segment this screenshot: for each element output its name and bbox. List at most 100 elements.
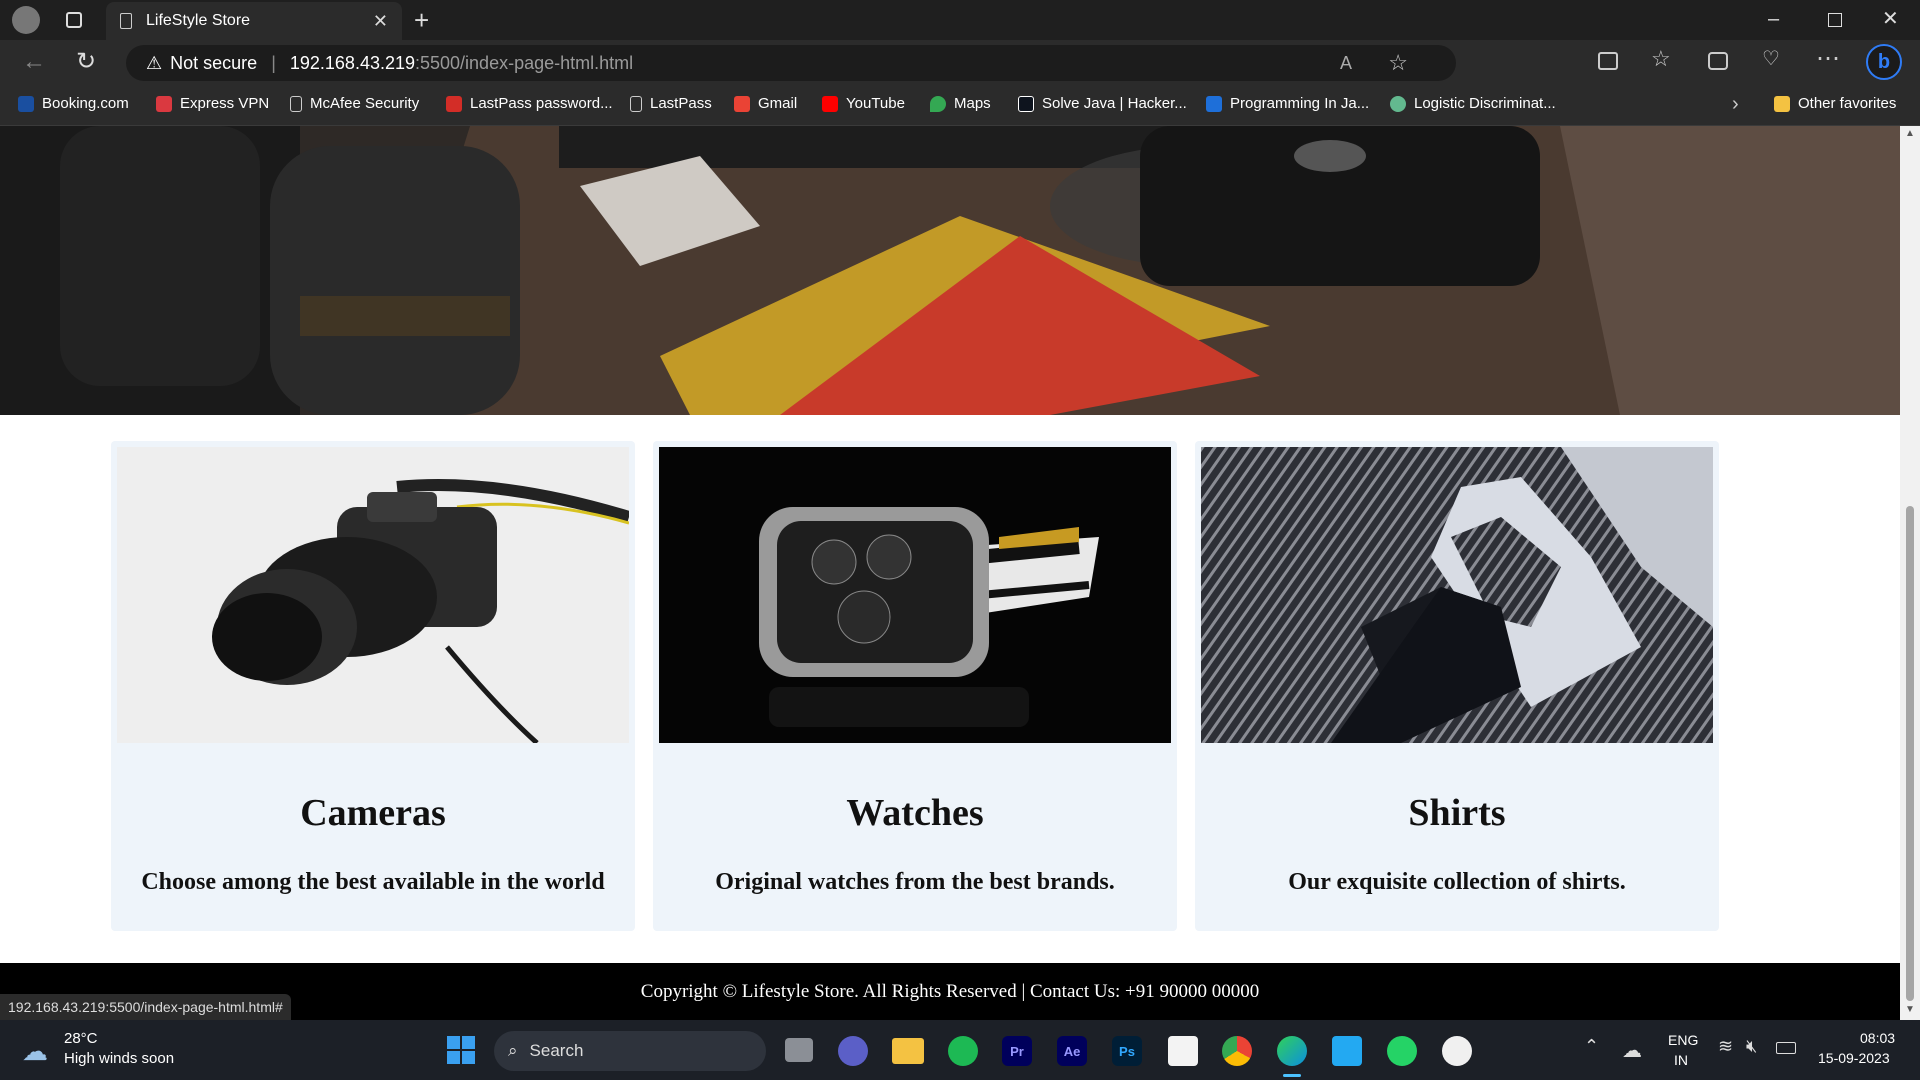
bookmark-logistic[interactable]: Logistic Discriminat...	[1390, 95, 1556, 112]
premiere-pro-icon[interactable]: Pr	[1002, 1036, 1032, 1066]
url-path: :5500/index-page-html.html	[415, 52, 634, 73]
url-divider: |	[271, 52, 276, 73]
card-title: Shirts	[1408, 792, 1506, 834]
volume-muted-icon[interactable]: 🔇︎	[1746, 1036, 1757, 1057]
vscode-icon[interactable]	[1332, 1036, 1362, 1066]
tab-title: LifeStyle Store	[146, 12, 251, 29]
split-screen-icon[interactable]	[1598, 52, 1618, 70]
taskbar-search-box[interactable]: ⌕ Search	[494, 1031, 766, 1071]
restore-icon[interactable]	[1828, 13, 1842, 27]
expressvpn-icon	[156, 95, 172, 112]
bing-copilot-icon[interactable]: b	[1866, 44, 1902, 80]
other-favorites-label: Other favorites	[1798, 95, 1897, 112]
weather-temp[interactable]: 28°C	[64, 1030, 98, 1047]
card-title: Cameras	[300, 792, 446, 834]
bookmark-label: Solve Java | Hacker...	[1042, 95, 1187, 112]
new-tab-icon[interactable]: +	[414, 5, 429, 36]
tab-lifestyle-store[interactable]: LifeStyle Store ✕	[106, 2, 402, 40]
bookmark-booking[interactable]: Booking.com	[18, 95, 129, 112]
file-explorer-icon[interactable]	[892, 1038, 924, 1064]
bookmark-label: Booking.com	[42, 95, 129, 112]
page-viewport: Cameras Choose among the best available …	[0, 126, 1900, 1020]
bookmark-maps[interactable]: Maps	[930, 95, 991, 112]
bookmark-gmail[interactable]: Gmail	[734, 95, 797, 112]
footer-text: Copyright © Lifestyle Store. All Rights …	[640, 980, 1260, 1002]
maps-pin-icon	[930, 95, 946, 112]
bookmark-label: Gmail	[758, 95, 798, 112]
security-label[interactable]: Not secure	[170, 53, 257, 74]
booking-icon	[18, 95, 34, 112]
github-icon[interactable]	[1442, 1036, 1472, 1066]
close-window-icon[interactable]: ✕	[1882, 6, 1899, 31]
bookmark-lastpass-password[interactable]: LastPass password...	[446, 95, 613, 112]
card-description: Our exquisite collection of shirts.	[1288, 869, 1626, 895]
page-scrollbar[interactable]: ▲ ▼	[1900, 126, 1920, 1020]
windows-start-icon[interactable]	[447, 1036, 475, 1064]
page-icon	[290, 95, 302, 112]
after-effects-icon[interactable]: Ae	[1057, 1036, 1087, 1066]
task-view-icon[interactable]	[785, 1038, 813, 1062]
microsoft-store-icon[interactable]	[1168, 1036, 1198, 1066]
whatsapp-icon[interactable]	[1387, 1036, 1417, 1066]
cameras-image[interactable]	[117, 447, 629, 743]
profile-avatar[interactable]	[12, 6, 40, 34]
programming-icon	[1206, 95, 1222, 112]
weather-icon[interactable]: ☁	[22, 1036, 48, 1067]
refresh-icon[interactable]: ↻	[76, 47, 96, 76]
bookmark-lastpass[interactable]: LastPass	[630, 95, 712, 112]
shirts-image[interactable]	[1201, 447, 1713, 743]
bookmark-youtube[interactable]: YouTube	[822, 95, 905, 112]
scroll-up-arrow[interactable]: ▲	[1905, 128, 1915, 139]
category-card-watches[interactable]: Watches Original watches from the best b…	[653, 441, 1177, 931]
youtube-icon	[822, 95, 838, 112]
bookmark-label: LastPass	[650, 95, 712, 112]
bookmark-mcafee[interactable]: McAfee Security	[290, 95, 419, 112]
category-card-cameras[interactable]: Cameras Choose among the best available …	[111, 441, 635, 931]
card-title: Watches	[846, 792, 984, 834]
close-tab-icon[interactable]: ✕	[373, 11, 388, 32]
watches-image[interactable]	[659, 447, 1171, 743]
tab-actions-icon[interactable]	[66, 12, 82, 28]
language-top[interactable]: ENG	[1668, 1032, 1698, 1048]
clock-date[interactable]: 15-09-2023	[1818, 1050, 1890, 1066]
bookmark-expressvpn[interactable]: Express VPN	[156, 95, 269, 112]
hackerrank-icon	[1018, 95, 1034, 112]
bookmark-hackerrank[interactable]: Solve Java | Hacker...	[1018, 95, 1187, 112]
clock-time[interactable]: 08:03	[1860, 1030, 1895, 1046]
back-icon[interactable]: ←	[22, 48, 46, 76]
bookmark-label: LastPass password...	[470, 95, 613, 112]
minimize-icon[interactable]: –	[1768, 8, 1779, 31]
url-bar[interactable]: ⚠ Not secure | 192.168.43.219 :5500/inde…	[126, 45, 1456, 81]
other-favorites[interactable]: Other favorites	[1774, 95, 1896, 112]
scroll-thumb[interactable]	[1906, 506, 1914, 1001]
teams-chat-icon[interactable]	[838, 1036, 868, 1066]
search-label: Search	[529, 1041, 584, 1060]
spotify-icon[interactable]	[948, 1036, 978, 1066]
language-bottom[interactable]: IN	[1674, 1052, 1688, 1068]
more-options-icon[interactable]: ⋯	[1816, 44, 1840, 73]
warning-icon: ⚠	[146, 52, 163, 73]
wifi-icon[interactable]: ≋	[1718, 1036, 1733, 1057]
card-description: Original watches from the best brands.	[715, 869, 1115, 895]
chevron-up-icon[interactable]: ⌃	[1584, 1036, 1599, 1057]
browser-essentials-icon[interactable]: ♡	[1762, 46, 1780, 71]
scroll-down-arrow[interactable]: ▼	[1905, 1004, 1915, 1015]
watch-illustration	[659, 447, 1171, 743]
photoshop-icon[interactable]: Ps	[1112, 1036, 1142, 1066]
collections-icon[interactable]	[1708, 52, 1728, 70]
favorites-icon[interactable]: ☆	[1651, 46, 1671, 72]
category-card-shirts[interactable]: Shirts Our exquisite collection of shirt…	[1195, 441, 1719, 931]
bookmark-label: Logistic Discriminat...	[1414, 95, 1556, 112]
chrome-icon[interactable]	[1222, 1036, 1252, 1066]
edge-icon[interactable]	[1277, 1036, 1307, 1066]
onedrive-icon[interactable]: ☁	[1622, 1038, 1642, 1063]
read-aloud-icon[interactable]: A	[1340, 53, 1352, 74]
battery-icon[interactable]	[1776, 1042, 1796, 1054]
hero-banner-image	[0, 126, 1900, 415]
edge-active-indicator	[1283, 1074, 1301, 1077]
gmail-icon	[734, 95, 750, 112]
chevron-right-icon[interactable]: ›	[1732, 93, 1739, 116]
weather-text[interactable]: High winds soon	[64, 1050, 174, 1067]
bookmark-programming-java[interactable]: Programming In Ja...	[1206, 95, 1369, 112]
favorite-star-icon[interactable]: ☆	[1388, 50, 1408, 76]
